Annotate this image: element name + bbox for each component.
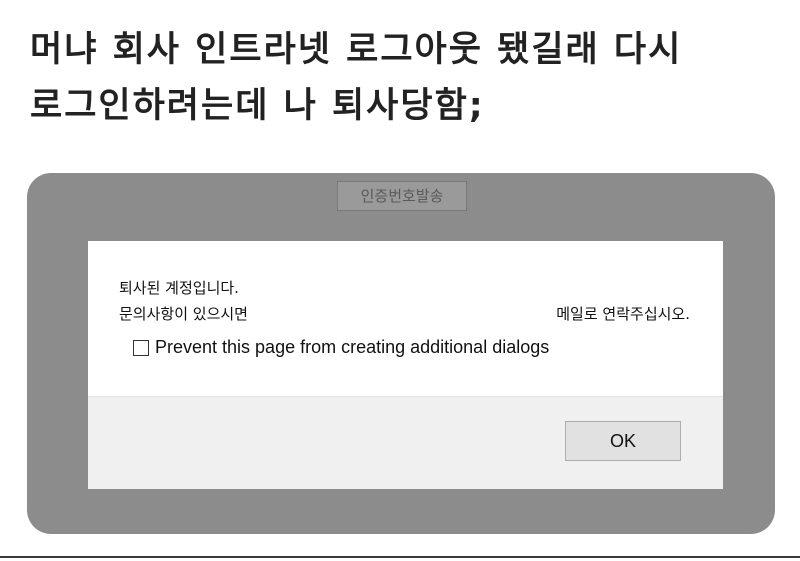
- dialog-message-line-2-right: 메일로 연락주십시오.: [556, 305, 690, 323]
- bottom-divider: [0, 556, 800, 558]
- caption-line-1: 머냐 회사 인트라넷 로그아웃 됐길래 다시: [30, 30, 683, 70]
- caption-line-2: 로그인하려는데 나 퇴사당함;: [30, 86, 485, 126]
- dialog-message-line-2-left: 문의사항이 있으시면: [119, 305, 248, 323]
- browser-screenshot: 인증번호발송 퇴사된 계정입니다. 문의사항이 있으시면 메일로 연락주십시오.…: [27, 173, 775, 534]
- prevent-dialogs-checkbox[interactable]: [133, 339, 149, 356]
- meme-caption: 머냐 회사 인트라넷 로그아웃 됐길래 다시 로그인하려는데 나 퇴사당함;: [30, 22, 780, 134]
- send-verification-code-button[interactable]: 인증번호발송: [337, 181, 467, 211]
- dialog-footer: OK: [88, 396, 723, 489]
- dialog-message-line-1: 퇴사된 계정입니다.: [119, 279, 239, 297]
- prevent-dialogs-row[interactable]: Prevent this page from creating addition…: [133, 337, 549, 358]
- prevent-dialogs-label[interactable]: Prevent this page from creating addition…: [155, 337, 549, 358]
- dialog-body: 퇴사된 계정입니다. 문의사항이 있으시면 메일로 연락주십시오. Preven…: [88, 241, 723, 396]
- ok-button[interactable]: OK: [565, 421, 681, 461]
- alert-dialog: 퇴사된 계정입니다. 문의사항이 있으시면 메일로 연락주십시오. Preven…: [88, 241, 723, 489]
